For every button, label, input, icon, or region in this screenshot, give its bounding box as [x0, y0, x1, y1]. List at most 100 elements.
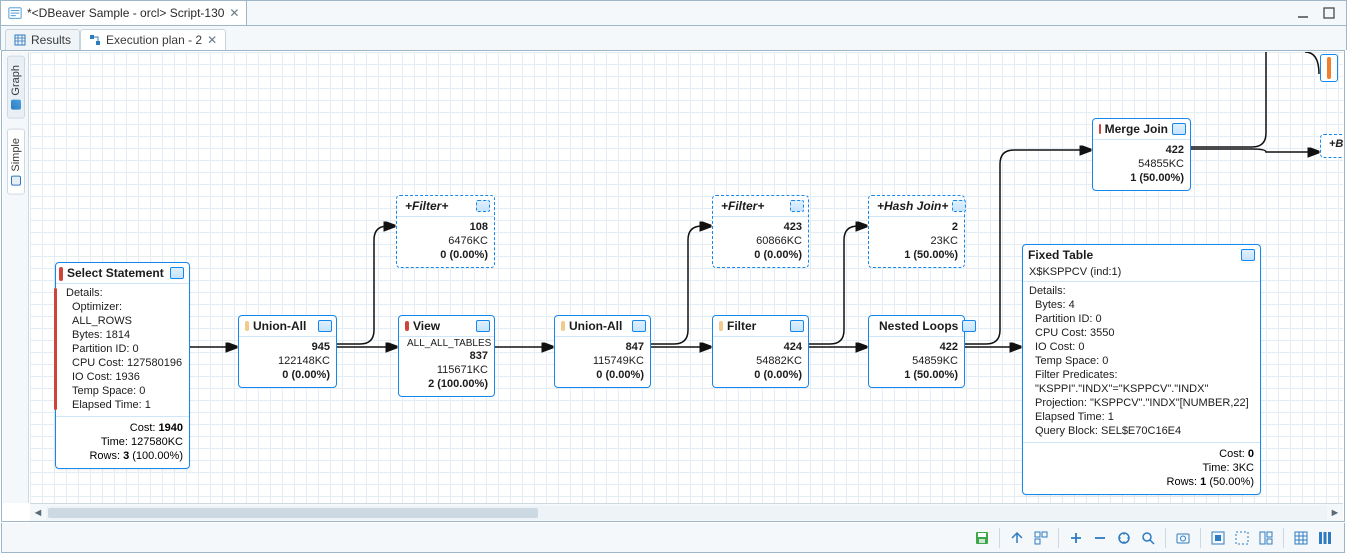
- separator: [999, 528, 1000, 548]
- grid-icon[interactable]: [1290, 527, 1312, 549]
- details-header: Details:: [1029, 284, 1254, 298]
- expand-icon[interactable]: [962, 320, 976, 332]
- node-title: View: [413, 319, 472, 333]
- scroll-left-icon[interactable]: ◄: [30, 507, 46, 519]
- zoom-fit-icon[interactable]: [1137, 527, 1159, 549]
- expand-icon[interactable]: [632, 320, 646, 332]
- editor-tab[interactable]: *<DBeaver Sample - orcl> Script-130 ✕: [1, 1, 247, 25]
- node-stats: 1086476KC0 (0.00%): [440, 220, 488, 262]
- scroll-track[interactable]: [46, 506, 1327, 520]
- result-tab-bar: Results Execution plan - 2 ✕: [0, 26, 1347, 50]
- scroll-right-icon[interactable]: ►: [1327, 507, 1343, 519]
- plan-icon: [89, 34, 101, 46]
- node-title: +Hash Join+: [873, 199, 948, 213]
- tab-graph[interactable]: Graph: [7, 56, 25, 119]
- node-stats: 223KC1 (50.00%): [904, 220, 958, 262]
- node-stats: 42254855KC1 (50.00%): [1130, 143, 1184, 185]
- tab-graph-label: Graph: [10, 65, 22, 96]
- node-offscreen[interactable]: +B: [1320, 134, 1343, 158]
- zoom-out-icon[interactable]: [1089, 527, 1111, 549]
- save-icon[interactable]: [971, 527, 993, 549]
- graph-icon: [11, 100, 21, 110]
- editor-tab-bar: *<DBeaver Sample - orcl> Script-130 ✕: [0, 0, 1347, 26]
- close-icon[interactable]: ✕: [207, 33, 217, 47]
- simple-icon: [11, 175, 21, 185]
- view-mode-pane: Graph Simple: [3, 52, 29, 503]
- close-icon[interactable]: ✕: [229, 6, 239, 20]
- window-controls: [1286, 1, 1346, 25]
- node-stats: 945122148KC0 (0.00%): [278, 340, 330, 382]
- expand-icon[interactable]: [790, 320, 804, 332]
- marquee-icon[interactable]: [1231, 527, 1253, 549]
- node-stats: 42254859KC1 (50.00%): [904, 340, 958, 382]
- tab-execution-plan[interactable]: Execution plan - 2 ✕: [80, 29, 226, 50]
- cost-bar: [245, 321, 249, 331]
- cost-bar: [405, 321, 409, 331]
- expand-icon[interactable]: [1241, 249, 1255, 261]
- expand-icon[interactable]: [170, 267, 184, 279]
- node-filter-collapsed-1[interactable]: +Filter+ 1086476KC0 (0.00%): [396, 195, 495, 268]
- separator: [1200, 528, 1201, 548]
- node-filter-collapsed-2[interactable]: +Filter+ 42360866KC0 (0.00%): [712, 195, 809, 268]
- plan-canvas[interactable]: Select Statement Details: Optimizer: ALL…: [30, 52, 1343, 503]
- separator: [1165, 528, 1166, 548]
- layout-icon[interactable]: [1255, 527, 1277, 549]
- node-stats: 42360866KC0 (0.00%): [754, 220, 802, 262]
- tab-simple-label: Simple: [10, 138, 22, 172]
- screenshot-icon[interactable]: [1172, 527, 1194, 549]
- tab-results[interactable]: Results: [5, 29, 80, 50]
- tab-plan-label: Execution plan - 2: [106, 33, 202, 47]
- node-title: Filter: [727, 319, 786, 333]
- node-title: Select Statement: [61, 266, 170, 280]
- node-filter[interactable]: Filter 42454882KC0 (0.00%): [712, 315, 809, 388]
- details-lines: Optimizer: ALL_ROWS Bytes: 1814 Partitio…: [66, 300, 183, 412]
- expand-icon[interactable]: [476, 320, 490, 332]
- node-stats: 42454882KC0 (0.00%): [754, 340, 802, 382]
- node-hash-join-collapsed[interactable]: +Hash Join+ 223KC1 (50.00%): [868, 195, 965, 268]
- pan-icon[interactable]: [1207, 527, 1229, 549]
- zoom-reset-icon[interactable]: [1113, 527, 1135, 549]
- node-title: Merge Join: [1105, 122, 1168, 136]
- node-view[interactable]: View ALL_ALL_TABLES 837115671KC2 (100.00…: [398, 315, 495, 397]
- scroll-thumb[interactable]: [48, 508, 538, 518]
- node-stats: 837115671KC2 (100.00%): [428, 349, 488, 391]
- zoom-in-icon[interactable]: [1065, 527, 1087, 549]
- node-nested-loops[interactable]: Nested Loops 42254859KC1 (50.00%): [868, 315, 965, 388]
- outline-icon[interactable]: [1030, 527, 1052, 549]
- node-title: +Filter+: [717, 199, 786, 213]
- maximize-icon[interactable]: [1322, 6, 1336, 20]
- node-merge-join[interactable]: Merge Join 42254855KC1 (50.00%): [1092, 118, 1191, 191]
- cost-bar: [719, 321, 723, 331]
- minimize-icon[interactable]: [1296, 6, 1310, 20]
- table-icon: [14, 34, 26, 46]
- cost-bar: [1099, 124, 1101, 134]
- node-select-statement[interactable]: Select Statement Details: Optimizer: ALL…: [55, 262, 190, 469]
- node-object: X$KSPPCV (ind:1): [1029, 266, 1121, 278]
- expand-icon[interactable]: [790, 200, 804, 212]
- plan-toolbar: [1, 523, 1345, 553]
- node-title: Union-All: [569, 319, 628, 333]
- node-title: Union-All: [253, 319, 314, 333]
- node-offscreen-tiny[interactable]: [1320, 54, 1338, 82]
- node-footer: Cost: 0 Time: 3KC Rows: 1 (50.00%): [1023, 442, 1260, 494]
- expand-icon[interactable]: [318, 320, 332, 332]
- editor-tab-label: *<DBeaver Sample - orcl> Script-130: [27, 6, 224, 20]
- horizontal-scrollbar[interactable]: ◄ ►: [30, 503, 1343, 521]
- tab-simple[interactable]: Simple: [7, 129, 25, 195]
- node-union-all-1[interactable]: Union-All 945122148KC0 (0.00%): [238, 315, 337, 388]
- node-title: +Filter+: [401, 199, 472, 213]
- expand-icon[interactable]: [476, 200, 490, 212]
- node-title: Fixed Table: [1028, 248, 1241, 262]
- node-title: +B: [1325, 138, 1343, 150]
- tab-results-label: Results: [31, 33, 71, 47]
- expand-icon[interactable]: [952, 200, 966, 212]
- node-title: Nested Loops: [879, 319, 958, 333]
- expand-icon[interactable]: [1172, 123, 1186, 135]
- node-union-all-2[interactable]: Union-All 847115749KC0 (0.00%): [554, 315, 651, 388]
- separator: [1058, 528, 1059, 548]
- node-footer: Cost: 1940 Time: 127580KC Rows: 3 (100.0…: [56, 416, 189, 468]
- details-header: Details:: [66, 286, 183, 300]
- node-fixed-table[interactable]: Fixed Table X$KSPPCV (ind:1) Details: By…: [1022, 244, 1261, 495]
- columns-icon[interactable]: [1314, 527, 1336, 549]
- export-icon[interactable]: [1006, 527, 1028, 549]
